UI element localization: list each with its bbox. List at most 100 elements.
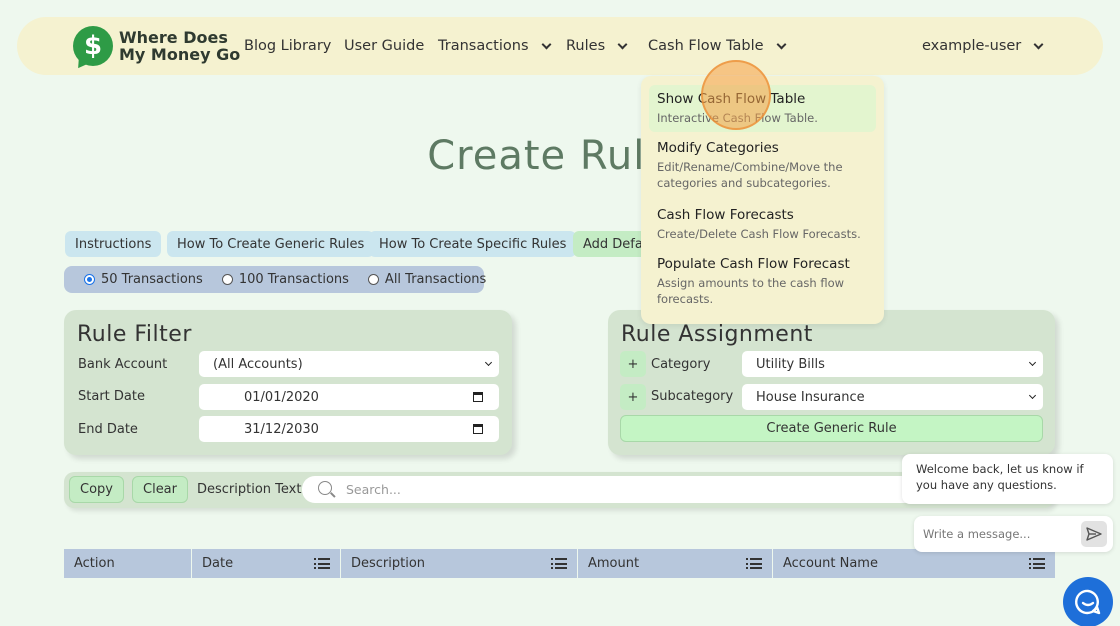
column-menu-icon[interactable] xyxy=(746,558,762,569)
chevron-down-icon xyxy=(541,39,551,49)
brand-name-line2: My Money Go xyxy=(119,45,241,64)
nav-rules[interactable]: Rules xyxy=(566,38,628,54)
nav-user-label: example-user xyxy=(922,38,1022,54)
rule-assignment-panel: Rule Assignment + Category Utility Bills… xyxy=(608,310,1055,455)
search-input[interactable]: Search... xyxy=(302,476,992,503)
create-generic-rule-button[interactable]: Create Generic Rule xyxy=(620,415,1043,442)
menu-item-cash-flow-forecasts[interactable]: Cash Flow Forecasts Create/Delete Cash F… xyxy=(649,201,876,248)
copy-label: Copy xyxy=(80,482,113,497)
dollar-icon: $ xyxy=(73,26,113,66)
end-date-value: 31/12/2030 xyxy=(244,421,319,437)
nav-transactions[interactable]: Transactions xyxy=(438,38,551,54)
menu-item-populate-forecast[interactable]: Populate Cash Flow Forecast Assign amoun… xyxy=(649,250,876,313)
chat-launcher-button[interactable] xyxy=(1063,577,1113,626)
radio-label: 100 Transactions xyxy=(238,272,349,287)
nav-cashflow-label: Cash Flow Table xyxy=(648,38,764,54)
send-button[interactable] xyxy=(1081,521,1107,547)
subcategory-select[interactable]: House Insurance xyxy=(742,384,1043,410)
radio-100-transactions[interactable]: 100 Transactions xyxy=(221,272,349,287)
create-generic-rule-label: Create Generic Rule xyxy=(766,421,897,436)
menu-item-title: Modify Categories xyxy=(657,140,779,156)
radio-button[interactable] xyxy=(221,274,233,285)
category-select[interactable]: Utility Bills xyxy=(742,351,1043,377)
calendar-icon[interactable] xyxy=(473,392,483,402)
subcategory-label: Subcategory xyxy=(651,389,734,404)
subcategory-value: House Insurance xyxy=(756,389,865,405)
category-value: Utility Bills xyxy=(756,356,825,372)
chevron-down-icon xyxy=(1033,39,1044,49)
nav-guide-label: User Guide xyxy=(344,38,425,54)
menu-item-title: Populate Cash Flow Forecast xyxy=(657,256,850,272)
column-header-amount[interactable]: Amount xyxy=(578,549,772,578)
specific-rules-label: How To Create Specific Rules xyxy=(379,236,567,252)
specific-rules-help-button[interactable]: How To Create Specific Rules xyxy=(369,231,577,257)
radio-all-transactions[interactable]: All Transactions xyxy=(367,272,487,287)
start-date-value: 01/01/2020 xyxy=(244,389,319,405)
chevron-down-icon xyxy=(484,358,493,367)
column-label: Account Name xyxy=(783,556,878,571)
instructions-button[interactable]: Instructions xyxy=(65,231,162,257)
chat-bubble-icon xyxy=(1075,589,1101,615)
clear-label: Clear xyxy=(143,482,177,497)
search-placeholder: Search... xyxy=(346,482,401,497)
menu-item-modify-categories[interactable]: Modify Categories Edit/Rename/Combine/Mo… xyxy=(649,134,876,197)
column-header-action[interactable]: Action xyxy=(64,549,191,578)
nav-blog-library[interactable]: Blog Library xyxy=(244,38,331,54)
radio-label: All Transactions xyxy=(384,272,487,287)
chat-message-input[interactable]: Write a message... xyxy=(914,516,1113,552)
chat-greeting-text: Welcome back, let us know if you have an… xyxy=(916,462,1084,492)
menu-item-title: Cash Flow Forecasts xyxy=(657,207,794,223)
generic-rules-label: How To Create Generic Rules xyxy=(177,236,365,252)
description-text-label: Description Text xyxy=(197,482,302,497)
menu-item-description: Edit/Rename/Combine/Move the categories … xyxy=(657,160,843,190)
category-label: Category xyxy=(651,357,711,372)
nav-user-menu[interactable]: example-user xyxy=(922,38,1044,54)
column-menu-icon[interactable] xyxy=(551,558,567,569)
end-date-input[interactable]: 31/12/2030 xyxy=(199,416,499,442)
nav-user-guide[interactable]: User Guide xyxy=(344,38,424,54)
menu-item-description: Assign amounts to the cash flow forecast… xyxy=(657,276,845,306)
chat-greeting-bubble: Welcome back, let us know if you have an… xyxy=(902,454,1113,504)
instructions-label: Instructions xyxy=(75,236,152,252)
copy-button[interactable]: Copy xyxy=(69,476,124,503)
nav-transactions-label: Transactions xyxy=(438,38,529,54)
column-header-description[interactable]: Description xyxy=(341,549,577,578)
cursor-highlight xyxy=(701,60,771,130)
radio-button-checked[interactable] xyxy=(84,274,95,285)
generic-rules-help-button[interactable]: How To Create Generic Rules xyxy=(167,231,375,257)
nav-rules-label: Rules xyxy=(566,38,606,54)
top-navbar: $ Where Does My Money Go Blog Library Us… xyxy=(17,17,1103,75)
page-title: Create Rules xyxy=(427,133,693,179)
column-label: Date xyxy=(202,556,234,571)
rule-assignment-title: Rule Assignment xyxy=(621,322,813,347)
end-date-label: End Date xyxy=(78,422,138,437)
column-header-account-name[interactable]: Account Name xyxy=(773,549,1055,578)
chevron-down-icon xyxy=(776,39,787,49)
brand-name-line1: Where Does xyxy=(119,28,228,47)
nav-cash-flow-table[interactable]: Cash Flow Table xyxy=(648,38,787,54)
column-label: Action xyxy=(74,556,115,571)
chevron-down-icon xyxy=(617,39,628,49)
chat-placeholder: Write a message... xyxy=(923,527,1031,541)
brand-name: Where Does My Money Go xyxy=(119,29,240,63)
start-date-input[interactable]: 01/01/2020 xyxy=(199,384,499,410)
chevron-down-icon xyxy=(1028,358,1037,367)
start-date-label: Start Date xyxy=(78,389,145,404)
send-icon xyxy=(1086,527,1102,541)
radio-50-transactions[interactable]: 50 Transactions xyxy=(84,272,203,287)
calendar-icon[interactable] xyxy=(473,424,483,434)
brand-logo[interactable]: $ Where Does My Money Go xyxy=(73,26,240,66)
column-header-date[interactable]: Date xyxy=(192,549,340,578)
bank-account-value: (All Accounts) xyxy=(213,356,303,372)
bank-account-select[interactable]: (All Accounts) xyxy=(199,351,499,377)
column-label: Description xyxy=(351,556,426,571)
column-menu-icon[interactable] xyxy=(1029,558,1045,569)
add-subcategory-button[interactable]: + xyxy=(620,384,646,410)
column-menu-icon[interactable] xyxy=(314,558,330,569)
bank-account-label: Bank Account xyxy=(78,357,168,372)
clear-button[interactable]: Clear xyxy=(132,476,188,503)
menu-item-description: Create/Delete Cash Flow Forecasts. xyxy=(657,227,861,241)
add-category-button[interactable]: + xyxy=(620,351,646,377)
radio-button[interactable] xyxy=(367,274,379,285)
rule-filter-panel: Rule Filter Bank Account (All Accounts) … xyxy=(64,310,512,455)
